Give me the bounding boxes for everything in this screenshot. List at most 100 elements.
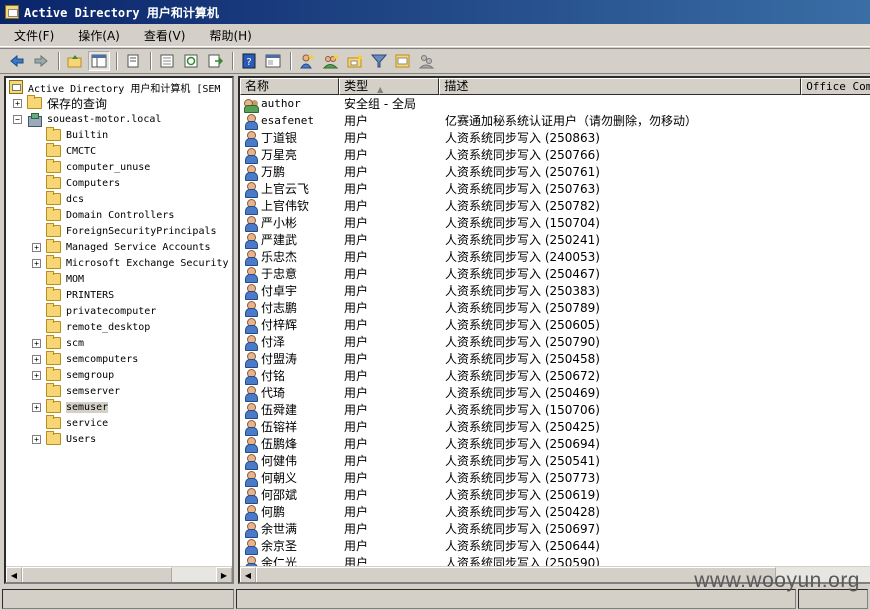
name-text: 付梓辉 (261, 318, 298, 332)
scroll-right-icon[interactable]: ▶ (216, 567, 232, 582)
list-row[interactable]: 丁道银 用户 人资系统同步写入 (250863) (240, 129, 870, 147)
cell-type: 用户 (344, 437, 369, 451)
list-row[interactable]: 代琦 用户 人资系统同步写入 (250469) (240, 384, 870, 402)
list-row[interactable]: 于忠意 用户 人资系统同步写入 (250467) (240, 265, 870, 283)
list-row[interactable]: author 安全组 - 全局 (240, 95, 870, 113)
expand-icon[interactable]: + (32, 370, 41, 380)
tree-item-ou[interactable]: computer_unuse (32, 159, 150, 175)
expand-icon[interactable]: + (32, 402, 41, 412)
column-header-type[interactable]: 类型 ▲ (339, 78, 440, 95)
tree-item-ou[interactable]: + Users (32, 431, 96, 447)
expand-icon[interactable]: + (32, 258, 41, 268)
filter-icon[interactable] (368, 51, 390, 71)
tree-root[interactable]: Active Directory 用户和计算机 [SEM (9, 79, 220, 95)
list-row[interactable]: 付卓宇 用户 人资系统同步写入 (250383) (240, 282, 870, 300)
tree-item-ou[interactable]: dcs (32, 191, 84, 207)
tree-item-ou[interactable]: service (32, 415, 108, 431)
list-row[interactable]: 上官伟钦 用户 人资系统同步写入 (250782) (240, 197, 870, 215)
menu-help[interactable]: 帮助(H) (201, 25, 259, 46)
properties-icon[interactable] (156, 51, 178, 71)
menu-view[interactable]: 查看(V) (136, 25, 194, 46)
list-row[interactable]: 何朝义 用户 人资系统同步写入 (250773) (240, 469, 870, 487)
list-row[interactable]: esafenet 用户 亿赛通加秘系统认证用户（请勿删除，勿移动） (240, 112, 870, 130)
show-tree-icon[interactable] (88, 51, 110, 71)
new-user-icon[interactable] (296, 51, 318, 71)
cell-type: 安全组 - 全局 (344, 97, 416, 111)
export-list-icon[interactable] (204, 51, 226, 71)
list-row[interactable]: 何邵斌 用户 人资系统同步写入 (250619) (240, 486, 870, 504)
find-icon[interactable] (392, 51, 414, 71)
expand-icon[interactable]: + (32, 242, 41, 252)
add-to-group-icon[interactable] (416, 51, 438, 71)
expand-icon[interactable]: + (32, 354, 41, 364)
list-row[interactable]: 万星亮 用户 人资系统同步写入 (250766) (240, 146, 870, 164)
name-text: 伍鹏烽 (261, 437, 298, 451)
list-row[interactable]: 付泽 用户 人资系统同步写入 (250790) (240, 333, 870, 351)
tree-item-ou[interactable]: + Microsoft Exchange Security (32, 255, 229, 271)
tree-item-ou[interactable]: MOM (32, 271, 84, 287)
forward-arrow-icon[interactable] (30, 51, 52, 71)
tree-item-ou[interactable]: privatecomputer (32, 303, 156, 319)
list-row[interactable]: 伍镕祥 用户 人资系统同步写入 (250425) (240, 418, 870, 436)
scroll-thumb[interactable] (22, 567, 172, 582)
tree-item-saved-queries[interactable]: + 保存的查询 (13, 95, 107, 111)
column-header-name[interactable]: 名称 (240, 78, 340, 95)
list-row[interactable]: 严建武 用户 人资系统同步写入 (250241) (240, 231, 870, 249)
tree-item-ou[interactable]: CMCTC (32, 143, 96, 159)
list-row[interactable]: 万鹏 用户 人资系统同步写入 (250761) (240, 163, 870, 181)
ou-folder-icon (46, 175, 61, 189)
tree-item-ou[interactable]: PRINTERS (32, 287, 114, 303)
list-row[interactable]: 付铭 用户 人资系统同步写入 (250672) (240, 367, 870, 385)
tree-item-domain[interactable]: − soueast-motor.local (13, 111, 161, 127)
tree-item-ou[interactable]: + semuser (32, 399, 109, 415)
cell-name: 何健伟 (240, 452, 340, 470)
new-group-icon[interactable] (320, 51, 342, 71)
list-row[interactable]: 何鹏 用户 人资系统同步写入 (250428) (240, 503, 870, 521)
tree-item-ou[interactable]: + scm (32, 335, 84, 351)
tree-horizontal-scrollbar[interactable]: ◀ ▶ (6, 566, 232, 582)
tree-item-ou[interactable]: remote_desktop (32, 319, 150, 335)
new-ou-icon[interactable] (344, 51, 366, 71)
list-row[interactable]: 上官云飞 用户 人资系统同步写入 (250763) (240, 180, 870, 198)
tree-item-ou[interactable]: + Managed Service Accounts (32, 239, 211, 255)
tree-item-ou[interactable]: semserver (32, 383, 120, 399)
collapse-icon[interactable]: − (13, 114, 22, 124)
list-row[interactable]: 付梓辉 用户 人资系统同步写入 (250605) (240, 316, 870, 334)
list-row[interactable]: 何健伟 用户 人资系统同步写入 (250541) (240, 452, 870, 470)
column-header-office[interactable]: Office Comm (801, 78, 870, 95)
tree-item-ou[interactable]: Builtin (32, 127, 108, 143)
menu-action[interactable]: 操作(A) (70, 25, 128, 46)
console-icon[interactable] (262, 51, 284, 71)
list-row[interactable]: 付志鹏 用户 人资系统同步写入 (250789) (240, 299, 870, 317)
tree-item-ou[interactable]: + semgroup (32, 367, 114, 383)
cell-description: 人资系统同步写入 (150706) (445, 403, 600, 417)
help-icon[interactable]: ? (238, 51, 260, 71)
list-row[interactable]: 乐忠杰 用户 人资系统同步写入 (240053) (240, 248, 870, 266)
list-row[interactable]: 严小彬 用户 人资系统同步写入 (150704) (240, 214, 870, 232)
scroll-left-icon[interactable]: ◀ (240, 567, 256, 582)
menu-file[interactable]: 文件(F) (6, 25, 62, 46)
expand-icon[interactable]: + (32, 338, 41, 348)
user-icon (244, 538, 258, 555)
tree-item-ou[interactable]: Domain Controllers (32, 207, 174, 223)
tree-item-ou[interactable]: + semcomputers (32, 351, 138, 367)
expand-icon[interactable]: + (32, 434, 41, 444)
expand-icon[interactable]: + (13, 98, 22, 108)
list-row[interactable]: 伍舜建 用户 人资系统同步写入 (150706) (240, 401, 870, 419)
ou-folder-icon (46, 431, 61, 445)
scroll-left-icon[interactable]: ◀ (6, 567, 22, 582)
column-header-description[interactable]: 描述 (439, 78, 802, 95)
cell-description: 人资系统同步写入 (250790) (445, 335, 600, 349)
ou-folder-icon (46, 191, 61, 205)
list-row[interactable]: 伍鹏烽 用户 人资系统同步写入 (250694) (240, 435, 870, 453)
up-folder-icon[interactable] (64, 51, 86, 71)
ou-folder-icon (46, 143, 61, 157)
list-row[interactable]: 付盟涛 用户 人资系统同步写入 (250458) (240, 350, 870, 368)
list-row[interactable]: 余世满 用户 人资系统同步写入 (250697) (240, 520, 870, 538)
refresh-icon[interactable] (180, 51, 202, 71)
tree-item-ou[interactable]: Computers (32, 175, 120, 191)
list-row[interactable]: 余京圣 用户 人资系统同步写入 (250644) (240, 537, 870, 555)
tree-item-ou[interactable]: ForeignSecurityPrincipals (32, 223, 217, 239)
back-arrow-icon[interactable] (6, 51, 28, 71)
copy-icon[interactable] (122, 51, 144, 71)
